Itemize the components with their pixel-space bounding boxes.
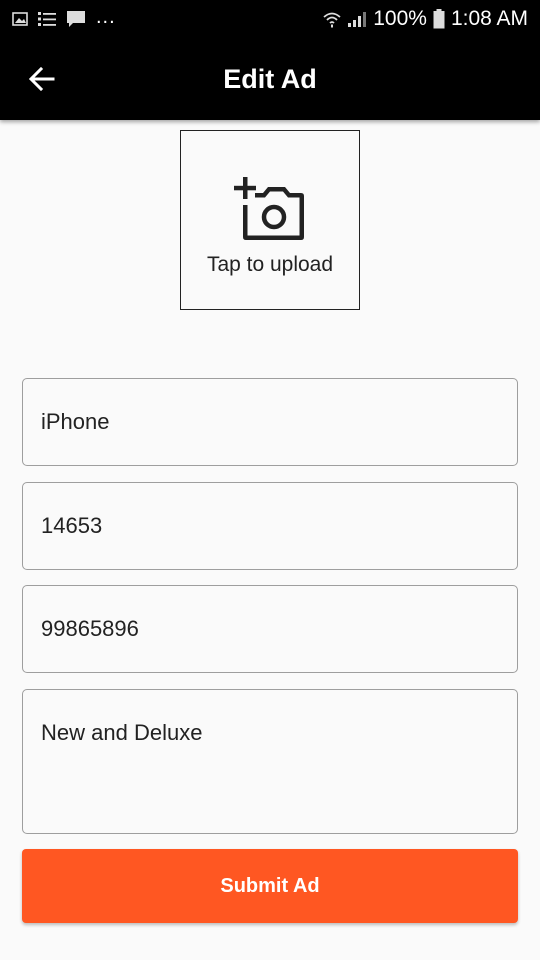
description-field[interactable]: New and Deluxe <box>23 690 517 833</box>
list-icon <box>38 11 56 27</box>
description-field-container: New and Deluxe <box>22 689 518 834</box>
status-time: 1:08 AM <box>450 7 528 30</box>
arrow-left-icon <box>29 67 55 91</box>
title-field-container <box>22 378 518 466</box>
title-field[interactable] <box>23 379 517 465</box>
image-icon <box>12 12 28 26</box>
image-upload-button[interactable]: Tap to upload <box>180 130 360 310</box>
price-field[interactable] <box>23 483 517 569</box>
message-icon <box>66 10 86 28</box>
status-bar: ... 100% 1:08 AM <box>0 0 540 38</box>
wifi-icon <box>323 9 341 29</box>
status-overflow: ... <box>96 6 116 28</box>
app-bar: Edit Ad <box>0 38 540 120</box>
upload-label: Tap to upload <box>206 253 334 276</box>
back-button[interactable] <box>16 55 68 103</box>
page-title: Edit Ad <box>223 63 317 94</box>
add-photo-icon <box>233 177 307 243</box>
price-field-container <box>22 482 518 570</box>
phone-field[interactable] <box>23 586 517 672</box>
phone-field-container <box>22 585 518 673</box>
battery-percent: 100% <box>373 7 427 30</box>
submit-ad-button[interactable]: Submit Ad <box>22 849 518 923</box>
signal-icon <box>347 10 367 28</box>
status-left: ... <box>12 6 116 28</box>
battery-icon <box>433 9 445 29</box>
status-right: 100% 1:08 AM <box>323 7 528 31</box>
